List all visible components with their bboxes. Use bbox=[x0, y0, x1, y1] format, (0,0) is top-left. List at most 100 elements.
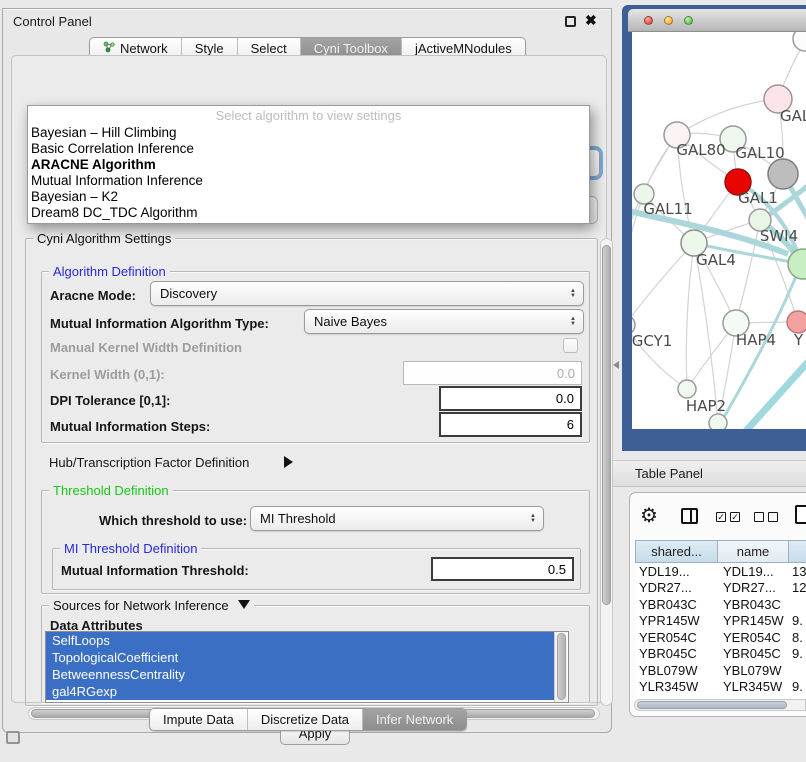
network-node[interactable] bbox=[709, 414, 727, 429]
table-cell: YPR145W bbox=[718, 613, 789, 628]
attribute-list-item[interactable]: BetweennessCentrality bbox=[46, 666, 554, 683]
aracne-mode-combo[interactable]: Discovery ▲▼ bbox=[150, 281, 584, 306]
mi-type-label: Mutual Information Algorithm Type: bbox=[50, 316, 269, 331]
network-node-y[interactable] bbox=[787, 311, 806, 333]
hub-definition-text: Hub/Transcription Factor Definition bbox=[49, 455, 249, 470]
mi-threshold-value: 0.5 bbox=[548, 562, 566, 577]
table-cell: YDR27... bbox=[718, 580, 789, 595]
checked-box-icon: ✓ bbox=[716, 512, 726, 522]
manual-kernel-checkbox[interactable] bbox=[563, 338, 578, 353]
combo-stepper-icon: ▲▼ bbox=[530, 514, 536, 524]
minimize-traffic-light-icon[interactable] bbox=[664, 16, 673, 25]
settings-vertical-scrollbar[interactable] bbox=[600, 238, 613, 706]
attributes-list-scrollbar[interactable] bbox=[554, 632, 567, 702]
gear-icon[interactable]: ⚙ bbox=[640, 506, 658, 526]
column-header-shared-name[interactable]: shared... bbox=[635, 540, 718, 563]
algorithm-option[interactable]: Mutual Information Inference bbox=[28, 173, 589, 189]
algorithm-definition-group: Algorithm Definition Aracne Mode: Discov… bbox=[41, 271, 590, 443]
mi-type-combo[interactable]: Naive Bayes ▲▼ bbox=[304, 309, 584, 334]
network-node-label: HAP4 bbox=[736, 331, 776, 349]
dpi-tolerance-input[interactable]: 0.0 bbox=[439, 386, 582, 411]
hub-definition-label: Hub/Transcription Factor Definition bbox=[49, 455, 249, 470]
tab-label: Style bbox=[195, 41, 224, 56]
network-canvas[interactable]: GALGAL80GAL10GAL1GAL11SWI4GAL4GCY1HAP4YH… bbox=[632, 32, 806, 429]
table-row[interactable]: YPR145WYPR145W9. bbox=[635, 613, 806, 630]
table-cell: YBL079W bbox=[635, 663, 718, 678]
attribute-list-item[interactable]: TopologicalCoefficient bbox=[46, 649, 554, 666]
table-row[interactable]: YLR345WYLR345W9. bbox=[635, 679, 806, 696]
network-edge[interactable] bbox=[686, 243, 694, 389]
expand-arrow-icon[interactable] bbox=[238, 600, 250, 609]
zoom-traffic-light-icon[interactable] bbox=[684, 16, 693, 25]
float-window-icon[interactable] bbox=[565, 16, 576, 27]
network-edge[interactable] bbox=[632, 135, 677, 325]
column-header-partial[interactable] bbox=[789, 540, 806, 563]
dock-panel-icon[interactable] bbox=[6, 731, 20, 744]
data-attributes-list: SelfLoopsTopologicalCoefficientBetweenne… bbox=[45, 631, 569, 703]
sources-title-text: Sources for Network Inference bbox=[53, 598, 229, 613]
network-window-titlebar[interactable] bbox=[628, 9, 806, 32]
tab-discretize-data[interactable]: Discretize Data bbox=[247, 709, 362, 730]
network-edge[interactable] bbox=[632, 243, 694, 325]
tab-impute-data[interactable]: Impute Data bbox=[150, 709, 247, 730]
algorithm-option[interactable]: Basic Correlation Inference bbox=[28, 141, 589, 157]
which-threshold-combo[interactable]: MI Threshold ▲▼ bbox=[250, 506, 544, 531]
network-edge[interactable] bbox=[745, 362, 806, 429]
select-all-columns-icon[interactable]: ✓ ✓ bbox=[716, 512, 740, 522]
mi-steps-input[interactable]: 6 bbox=[439, 412, 582, 437]
algorithm-option[interactable]: Dream8 DC_TDC Algorithm bbox=[28, 205, 589, 221]
attribute-list-item[interactable]: SelfLoops bbox=[46, 632, 554, 649]
column-header-name[interactable]: name bbox=[718, 540, 789, 563]
settings-group-title: Cyni Algorithm Settings bbox=[33, 231, 175, 246]
table-cell: 12 bbox=[789, 580, 806, 595]
which-threshold-label: Which threshold to use: bbox=[99, 513, 247, 528]
close-traffic-light-icon[interactable] bbox=[644, 16, 653, 25]
table-row[interactable]: YBR043CYBR043C bbox=[635, 596, 806, 613]
collapse-arrow-icon[interactable] bbox=[284, 456, 293, 468]
scrollbar-thumb[interactable] bbox=[602, 245, 611, 605]
table-row[interactable]: YER054CYER054C8. bbox=[635, 629, 806, 646]
scrollbar-thumb[interactable] bbox=[557, 633, 566, 700]
table-row[interactable]: YBR045CYBR045C9. bbox=[635, 646, 806, 663]
table-cell: YBR043C bbox=[635, 597, 718, 612]
mi-threshold-group: MI Threshold Definition Mutual Informati… bbox=[52, 548, 581, 590]
algorithm-popup-placeholder: Select algorithm to view settings bbox=[28, 107, 589, 125]
mi-steps-value: 6 bbox=[567, 417, 574, 432]
table-cell: 8. bbox=[789, 630, 806, 645]
table-row[interactable]: YDR27...YDR27...12 bbox=[635, 580, 806, 597]
algorithm-option[interactable]: ARACNE Algorithm bbox=[28, 157, 589, 173]
unchecked-box-icon bbox=[754, 512, 764, 522]
tab-infer-network[interactable]: Infer Network bbox=[362, 709, 466, 730]
table-row[interactable]: YBL079WYBL079W bbox=[635, 662, 806, 679]
attribute-list-item[interactable]: gal4RGexp bbox=[46, 683, 554, 700]
table-cell: YDL19... bbox=[718, 564, 789, 579]
table-panel-titlebar: Table Panel bbox=[613, 460, 806, 487]
table-row[interactable]: YDL19...YDL19...13 bbox=[635, 563, 806, 580]
table-cell: YBL079W bbox=[718, 663, 789, 678]
network-edge[interactable] bbox=[694, 243, 718, 423]
network-node-label: GCY1 bbox=[632, 332, 672, 350]
network-node[interactable] bbox=[768, 159, 798, 189]
network-node-label: GAL10 bbox=[735, 144, 784, 162]
export-table-icon[interactable] bbox=[795, 505, 806, 524]
kernel-width-input[interactable]: 0.0 bbox=[403, 361, 582, 385]
mi-threshold-input[interactable]: 0.5 bbox=[431, 557, 574, 581]
algorithm-option[interactable]: Bayesian – Hill Climbing bbox=[28, 125, 589, 141]
threshold-definition-title: Threshold Definition bbox=[49, 483, 173, 498]
split-columns-icon[interactable] bbox=[681, 508, 698, 524]
deselect-all-columns-icon[interactable] bbox=[754, 512, 778, 522]
network-node[interactable] bbox=[793, 32, 806, 51]
algorithm-option[interactable]: Bayesian – K2 bbox=[28, 189, 589, 205]
network-node[interactable] bbox=[788, 249, 806, 279]
table-cell: 9. bbox=[789, 646, 806, 661]
mi-steps-label: Mutual Information Steps: bbox=[50, 419, 210, 434]
close-icon[interactable]: ✖ bbox=[585, 12, 597, 29]
splitter-collapse-icon[interactable] bbox=[613, 361, 619, 369]
scrollbar-thumb[interactable] bbox=[637, 701, 787, 709]
table-horizontal-scrollbar[interactable] bbox=[634, 699, 806, 711]
network-node-hap2[interactable] bbox=[678, 380, 696, 398]
network-node-label: GAL80 bbox=[676, 141, 725, 159]
mi-type-value: Naive Bayes bbox=[314, 314, 387, 329]
table-cell: YDL19... bbox=[635, 564, 718, 579]
mi-threshold-group-title: MI Threshold Definition bbox=[60, 541, 201, 556]
